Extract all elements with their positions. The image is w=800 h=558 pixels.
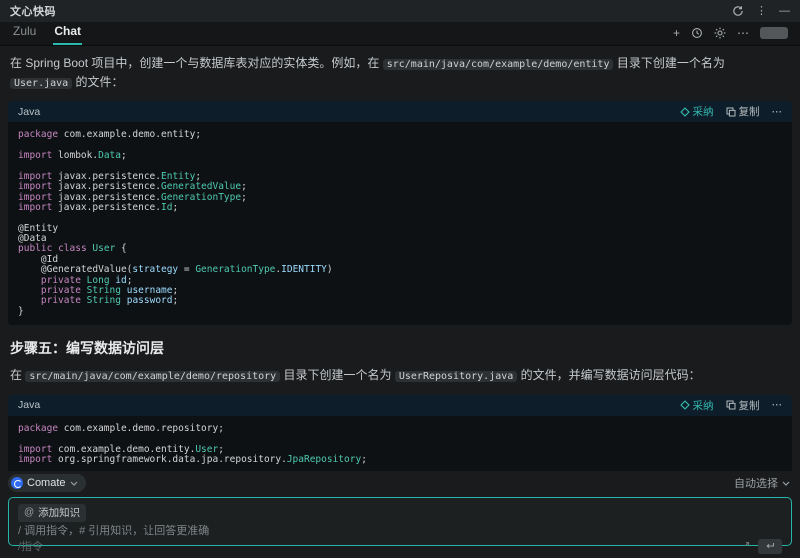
chat-message-area: 在 Spring Boot 项目中，创建一个与数据库表对应的实体类。例如，在 s… bbox=[0, 46, 800, 471]
send-button[interactable] bbox=[758, 539, 782, 554]
at-icon: @ bbox=[24, 507, 34, 518]
chat-input[interactable]: @ 添加知识 / 调用指令，# 引用知识，让回答更准确 /指令 bbox=[8, 497, 792, 546]
add-knowledge-button[interactable]: @ 添加知识 bbox=[18, 504, 86, 522]
code-block-user-repository: Java 采纳 复制 ⋯ package com.example.demo.re… bbox=[8, 395, 792, 471]
more-menu-icon[interactable]: ⋯ bbox=[737, 27, 749, 39]
copy-label: 复制 bbox=[739, 104, 760, 119]
chevron-down-icon bbox=[782, 481, 790, 486]
assistant-paragraph: 在 Spring Boot 项目中，创建一个与数据库表对应的实体类。例如，在 s… bbox=[10, 54, 790, 91]
settings-gear-icon[interactable] bbox=[714, 27, 726, 39]
title-bar-actions: ⋮ — bbox=[732, 5, 790, 17]
chevron-down-icon bbox=[70, 481, 78, 486]
copy-label: 复制 bbox=[739, 398, 760, 413]
adopt-label: 采纳 bbox=[693, 398, 714, 413]
code-more-button[interactable]: ⋯ bbox=[772, 399, 783, 411]
comate-panel: 文心快码 ⋮ — Zulu Chat + ⋯ 在 Spring Boot 项目中… bbox=[0, 0, 800, 558]
add-knowledge-label: 添加知识 bbox=[38, 505, 80, 520]
copy-button[interactable]: 复制 bbox=[726, 104, 760, 119]
model-name: Comate bbox=[27, 477, 66, 489]
tab-bar-actions: + ⋯ bbox=[673, 27, 788, 45]
code-language-label: Java bbox=[18, 399, 40, 411]
composer-toolbar: Comate 自动选择 bbox=[0, 471, 800, 497]
title-bar: 文心快码 ⋮ — bbox=[0, 0, 800, 22]
code-block-user-entity: Java 采纳 复制 ⋯ package com.example.demo.en… bbox=[8, 101, 792, 325]
model-selector[interactable]: Comate bbox=[8, 474, 86, 492]
tab-chat[interactable]: Chat bbox=[53, 21, 82, 45]
code-block-header: Java 采纳 复制 ⋯ bbox=[8, 395, 792, 416]
command-hint: /指令 bbox=[18, 538, 43, 554]
tab-zulu[interactable]: Zulu bbox=[12, 21, 37, 45]
kebab-menu-icon[interactable]: ⋮ bbox=[756, 6, 767, 17]
code-block-header: Java 采纳 复制 ⋯ bbox=[8, 101, 792, 122]
section-heading: 步骤五：编写数据访问层 bbox=[10, 338, 790, 358]
adopt-label: 采纳 bbox=[693, 104, 714, 119]
code-content: package com.example.demo.repository; imp… bbox=[8, 416, 792, 471]
code-more-button[interactable]: ⋯ bbox=[772, 106, 783, 118]
mode-label: 自动选择 bbox=[734, 475, 778, 491]
context-mode-selector[interactable]: 自动选择 bbox=[734, 475, 790, 491]
input-bottom-row: /指令 bbox=[18, 538, 782, 554]
copy-button[interactable]: 复制 bbox=[726, 398, 760, 413]
refresh-icon[interactable] bbox=[732, 5, 744, 17]
minimize-icon[interactable]: — bbox=[779, 6, 790, 17]
adopt-button[interactable]: 采纳 bbox=[680, 104, 714, 119]
code-actions: 采纳 复制 ⋯ bbox=[680, 104, 783, 119]
new-chat-icon[interactable]: + bbox=[673, 27, 680, 39]
code-content: package com.example.demo.entity; import … bbox=[8, 122, 792, 325]
input-actions bbox=[740, 539, 782, 554]
code-language-label: Java bbox=[18, 106, 40, 118]
input-placeholder: / 调用指令，# 引用知识，让回答更准确 bbox=[18, 522, 782, 538]
unlabeled-pill-button[interactable] bbox=[760, 27, 788, 39]
adopt-button[interactable]: 采纳 bbox=[680, 398, 714, 413]
history-icon[interactable] bbox=[691, 27, 703, 39]
assistant-paragraph: 在 src/main/java/com/example/demo/reposit… bbox=[10, 366, 790, 385]
comate-logo-icon bbox=[11, 477, 23, 489]
tab-bar: Zulu Chat + ⋯ bbox=[0, 22, 800, 46]
code-actions: 采纳 复制 ⋯ bbox=[680, 398, 783, 413]
panel-title: 文心快码 bbox=[10, 3, 56, 19]
enter-icon bbox=[765, 542, 775, 550]
expand-icon[interactable] bbox=[740, 541, 750, 551]
